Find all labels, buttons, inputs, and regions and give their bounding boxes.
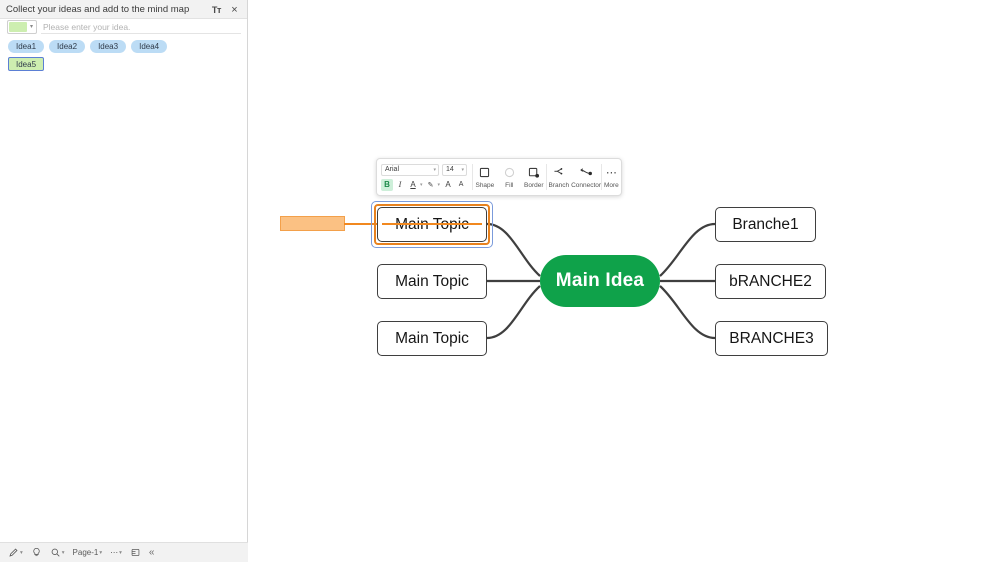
close-icon[interactable]: × (227, 2, 242, 17)
italic-button[interactable]: I (394, 179, 406, 191)
border-label: Border (524, 181, 544, 189)
shape-icon (478, 166, 491, 180)
border-icon (527, 166, 540, 180)
font-group: Arial ▾ 14 ▾ B I A ▾ ✎ ▾ A A (377, 159, 472, 195)
branch-label: Branch (548, 181, 570, 189)
more-button[interactable]: ⋯ More (602, 159, 621, 195)
drag-handle-preview[interactable] (280, 216, 345, 231)
shape-button[interactable]: Shape (473, 159, 497, 195)
panel-title: Collect your ideas and add to the mind m… (6, 4, 190, 15)
node-label: Branche1 (732, 215, 799, 233)
mindmap-node-main-idea[interactable]: Main Idea (540, 255, 660, 307)
chevron-down-icon: ▾ (29, 24, 33, 30)
decrease-font-size-button[interactable]: A (455, 179, 467, 191)
more-label: More (603, 181, 619, 189)
idea-chip-list-row2: Idea5 (8, 57, 45, 71)
page-selector[interactable]: Page-1 ▾ (73, 548, 103, 557)
idea-collector-panel: Collect your ideas and add to the mind m… (0, 0, 248, 562)
branch-icon (552, 166, 565, 180)
font-size-select[interactable]: 14 ▾ (442, 163, 467, 176)
idea-input-row: ▾ (7, 20, 241, 34)
connector-label: Connector (571, 181, 602, 189)
bold-button[interactable]: B (381, 178, 393, 191)
fill-icon (503, 166, 516, 180)
page-label: Page-1 (72, 548, 99, 557)
idea-color-picker[interactable]: ▾ (7, 20, 37, 34)
pen-tool-button[interactable]: ▾ (8, 547, 23, 558)
branch-button[interactable]: Branch (547, 159, 571, 195)
color-swatch (9, 22, 27, 32)
idea-chip[interactable]: Idea2 (49, 40, 86, 53)
panel-header: Collect your ideas and add to the mind m… (0, 0, 247, 19)
page-layout-button[interactable] (130, 547, 141, 558)
idea-chip[interactable]: Idea4 (131, 40, 168, 53)
chevron-down-icon: ▾ (433, 166, 436, 173)
collapse-panel-button[interactable]: « (149, 547, 155, 558)
chevron-down-icon: ▾ (20, 549, 23, 556)
zoom-button[interactable]: ▾ (50, 547, 65, 558)
shape-label: Shape (475, 181, 495, 189)
node-label: Main Topic (395, 329, 469, 347)
mindmap-canvas[interactable]: Main Topic Main Topic Main Topic Main Id… (248, 0, 1000, 562)
idea-input[interactable] (41, 20, 241, 34)
idea-chip-selected[interactable]: Idea5 (8, 57, 45, 71)
drag-handle-line-overlay (382, 223, 482, 225)
idea-chip[interactable]: Idea1 (8, 40, 45, 53)
chevron-down-icon: ▾ (99, 549, 103, 556)
mindmap-node-branche1[interactable]: Branche1 (715, 207, 816, 242)
pen-icon (8, 547, 19, 558)
app-root: Collect your ideas and add to the mind m… (0, 0, 1000, 562)
idea-chip-list: Idea1 Idea2 Idea3 Idea4 (8, 40, 240, 53)
close-glyph: × (231, 3, 238, 16)
font-family-select[interactable]: Arial ▾ (381, 163, 439, 176)
idea-chip[interactable]: Idea3 (90, 40, 127, 53)
more-glyph: ⋯ (110, 548, 119, 557)
fill-label: Fill (505, 181, 514, 189)
more-options-button[interactable]: ⋯ ▾ (110, 548, 122, 557)
font-size-value: 14 (446, 166, 454, 173)
lightbulb-icon (31, 547, 42, 558)
connector-button[interactable]: Connector (571, 159, 601, 195)
text-format-glyph: Tт (211, 4, 222, 15)
more-horizontal-icon: ⋯ (605, 167, 617, 179)
mindmap-node-main-topic-3[interactable]: Main Topic (377, 321, 487, 356)
mindmap-node-branche2[interactable]: bRANCHE2 (715, 264, 826, 299)
node-label: Main Topic (395, 272, 469, 290)
highlight-button[interactable]: ✎ (425, 179, 437, 191)
zoom-icon (50, 547, 61, 558)
mindmap-node-main-topic-2[interactable]: Main Topic (377, 264, 487, 299)
idea-panel-body (0, 72, 247, 540)
connector-icon (579, 166, 594, 180)
status-bar: ▾ ▾ Page-1 ▾ ⋯ ▾ « (0, 542, 248, 562)
floating-format-toolbar: Arial ▾ 14 ▾ B I A ▾ ✎ ▾ A A Shape Fill … (376, 158, 622, 196)
border-button[interactable]: Border (522, 159, 546, 195)
text-format-icon[interactable]: Tт (209, 2, 224, 17)
lightbulb-button[interactable] (31, 547, 42, 558)
chevron-down-icon: ▾ (61, 549, 65, 556)
chevron-down-icon[interactable]: ▾ (420, 182, 423, 188)
font-selects-row: Arial ▾ 14 ▾ (381, 163, 468, 176)
fill-button[interactable]: Fill (497, 159, 521, 195)
chevron-down-icon: ▾ (119, 549, 122, 556)
font-family-value: Arial (385, 166, 400, 173)
increase-font-size-button[interactable]: A (442, 179, 454, 191)
node-label: BRANCHE3 (729, 329, 814, 347)
mindmap-node-branche3[interactable]: BRANCHE3 (715, 321, 828, 356)
chevron-down-icon: ▾ (461, 166, 464, 173)
node-label: bRANCHE2 (729, 272, 812, 290)
node-label: Main Idea (555, 270, 645, 291)
font-color-button[interactable]: A (407, 179, 419, 191)
chevron-double-left-icon: « (148, 547, 155, 558)
page-layout-icon (130, 547, 141, 558)
font-format-row: B I A ▾ ✎ ▾ A A (381, 176, 468, 191)
chevron-down-icon[interactable]: ▾ (438, 182, 441, 188)
